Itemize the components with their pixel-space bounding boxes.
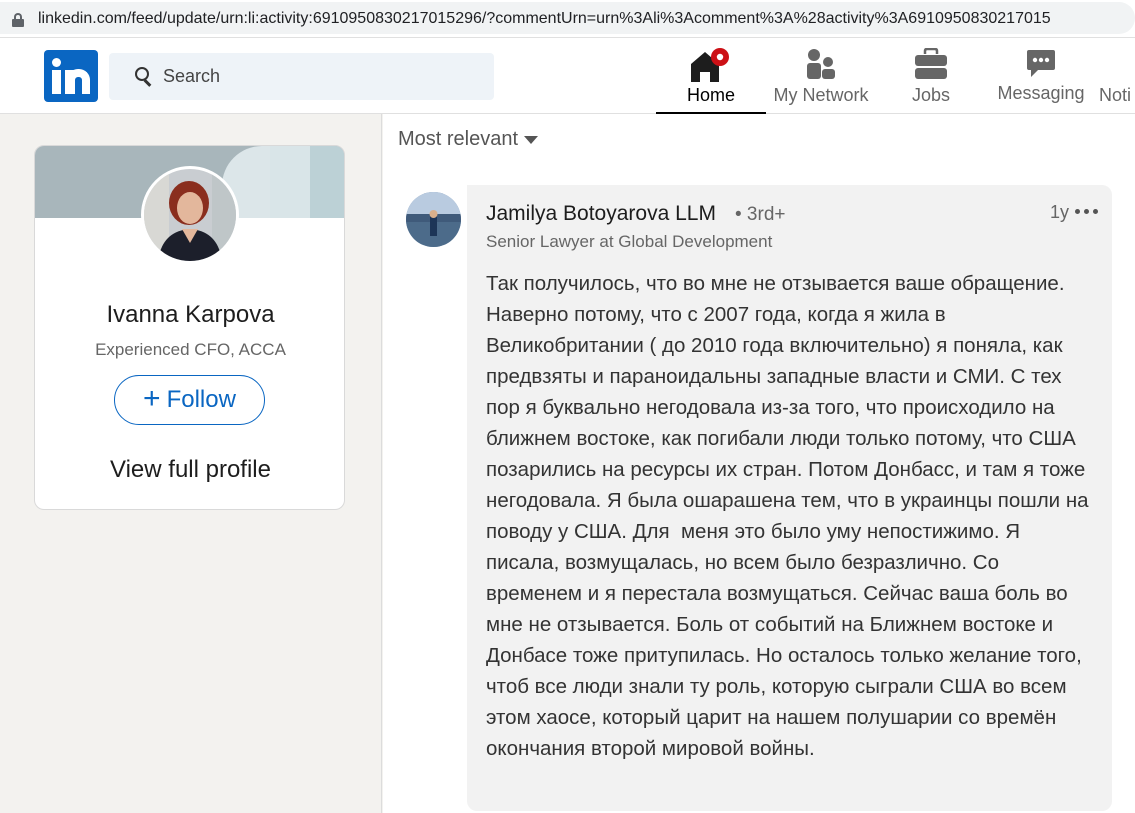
sort-dropdown[interactable]: Most relevant [398, 128, 539, 151]
nav-item-label: Noti [1099, 85, 1132, 105]
chat-icon [1027, 50, 1055, 77]
search-box[interactable] [109, 53, 494, 100]
people-icon [807, 49, 835, 79]
nav-item-my-network[interactable]: My Network [766, 38, 876, 114]
home-icon [691, 48, 729, 82]
comment-text: Так получилось, что во мне не отзывается… [486, 272, 1095, 760]
comment-author-headline: Senior Lawyer at Global Development [486, 232, 773, 251]
top-nav: Home My Network Jobs Messaging Noti [0, 38, 1135, 114]
nav-item-label: Jobs [911, 85, 951, 105]
comment-timestamp: 1y [1050, 202, 1070, 222]
plus-icon: + [143, 381, 161, 415]
profile-card: Ivanna Karpova Experienced CFO, ACCA + F… [34, 145, 345, 510]
view-full-profile-link[interactable]: View full profile [35, 456, 344, 484]
follow-button[interactable]: + Follow [114, 375, 265, 425]
caret-down-icon [524, 135, 539, 144]
avatar[interactable] [141, 166, 239, 264]
commenter-avatar[interactable] [406, 192, 461, 247]
sort-label: Most relevant [398, 128, 519, 150]
comments-section: Most relevant Jamilya Botoyarova LLM • 3… [383, 114, 1135, 813]
profile-name[interactable]: Ivanna Karpova [35, 301, 344, 329]
comment-author[interactable]: Jamilya Botoyarova LLM [486, 202, 716, 226]
lock-icon[interactable] [12, 13, 24, 27]
nav-item-label: My Network [773, 85, 869, 105]
left-rail: Ivanna Karpova Experienced CFO, ACCA + F… [0, 114, 382, 813]
search-icon [135, 67, 153, 87]
nav-item-home[interactable]: Home [656, 38, 766, 114]
connection-degree: • 3rd+ [735, 204, 786, 225]
nav-item-label: Messaging [997, 83, 1085, 103]
browser-address-bar[interactable]: linkedin.com/feed/update/urn:li:activity… [0, 0, 1135, 38]
follow-label: Follow [166, 386, 236, 413]
nav-item-label: Home [686, 85, 735, 105]
briefcase-icon [915, 48, 947, 79]
profile-headline: Experienced CFO, ACCA [95, 340, 286, 359]
more-options-icon[interactable] [1075, 209, 1099, 215]
comment-bubble: Jamilya Botoyarova LLM • 3rd+ Senior Law… [467, 185, 1112, 811]
url-text[interactable]: linkedin.com/feed/update/urn:li:activity… [38, 10, 1133, 28]
linkedin-logo-icon[interactable] [44, 50, 98, 102]
nav-item-notifications[interactable]: Noti [1096, 38, 1135, 114]
search-input[interactable] [163, 53, 483, 100]
nav-item-messaging[interactable]: Messaging [986, 38, 1096, 114]
nav-item-jobs[interactable]: Jobs [876, 38, 986, 114]
address-pill[interactable]: linkedin.com/feed/update/urn:li:activity… [0, 2, 1135, 34]
